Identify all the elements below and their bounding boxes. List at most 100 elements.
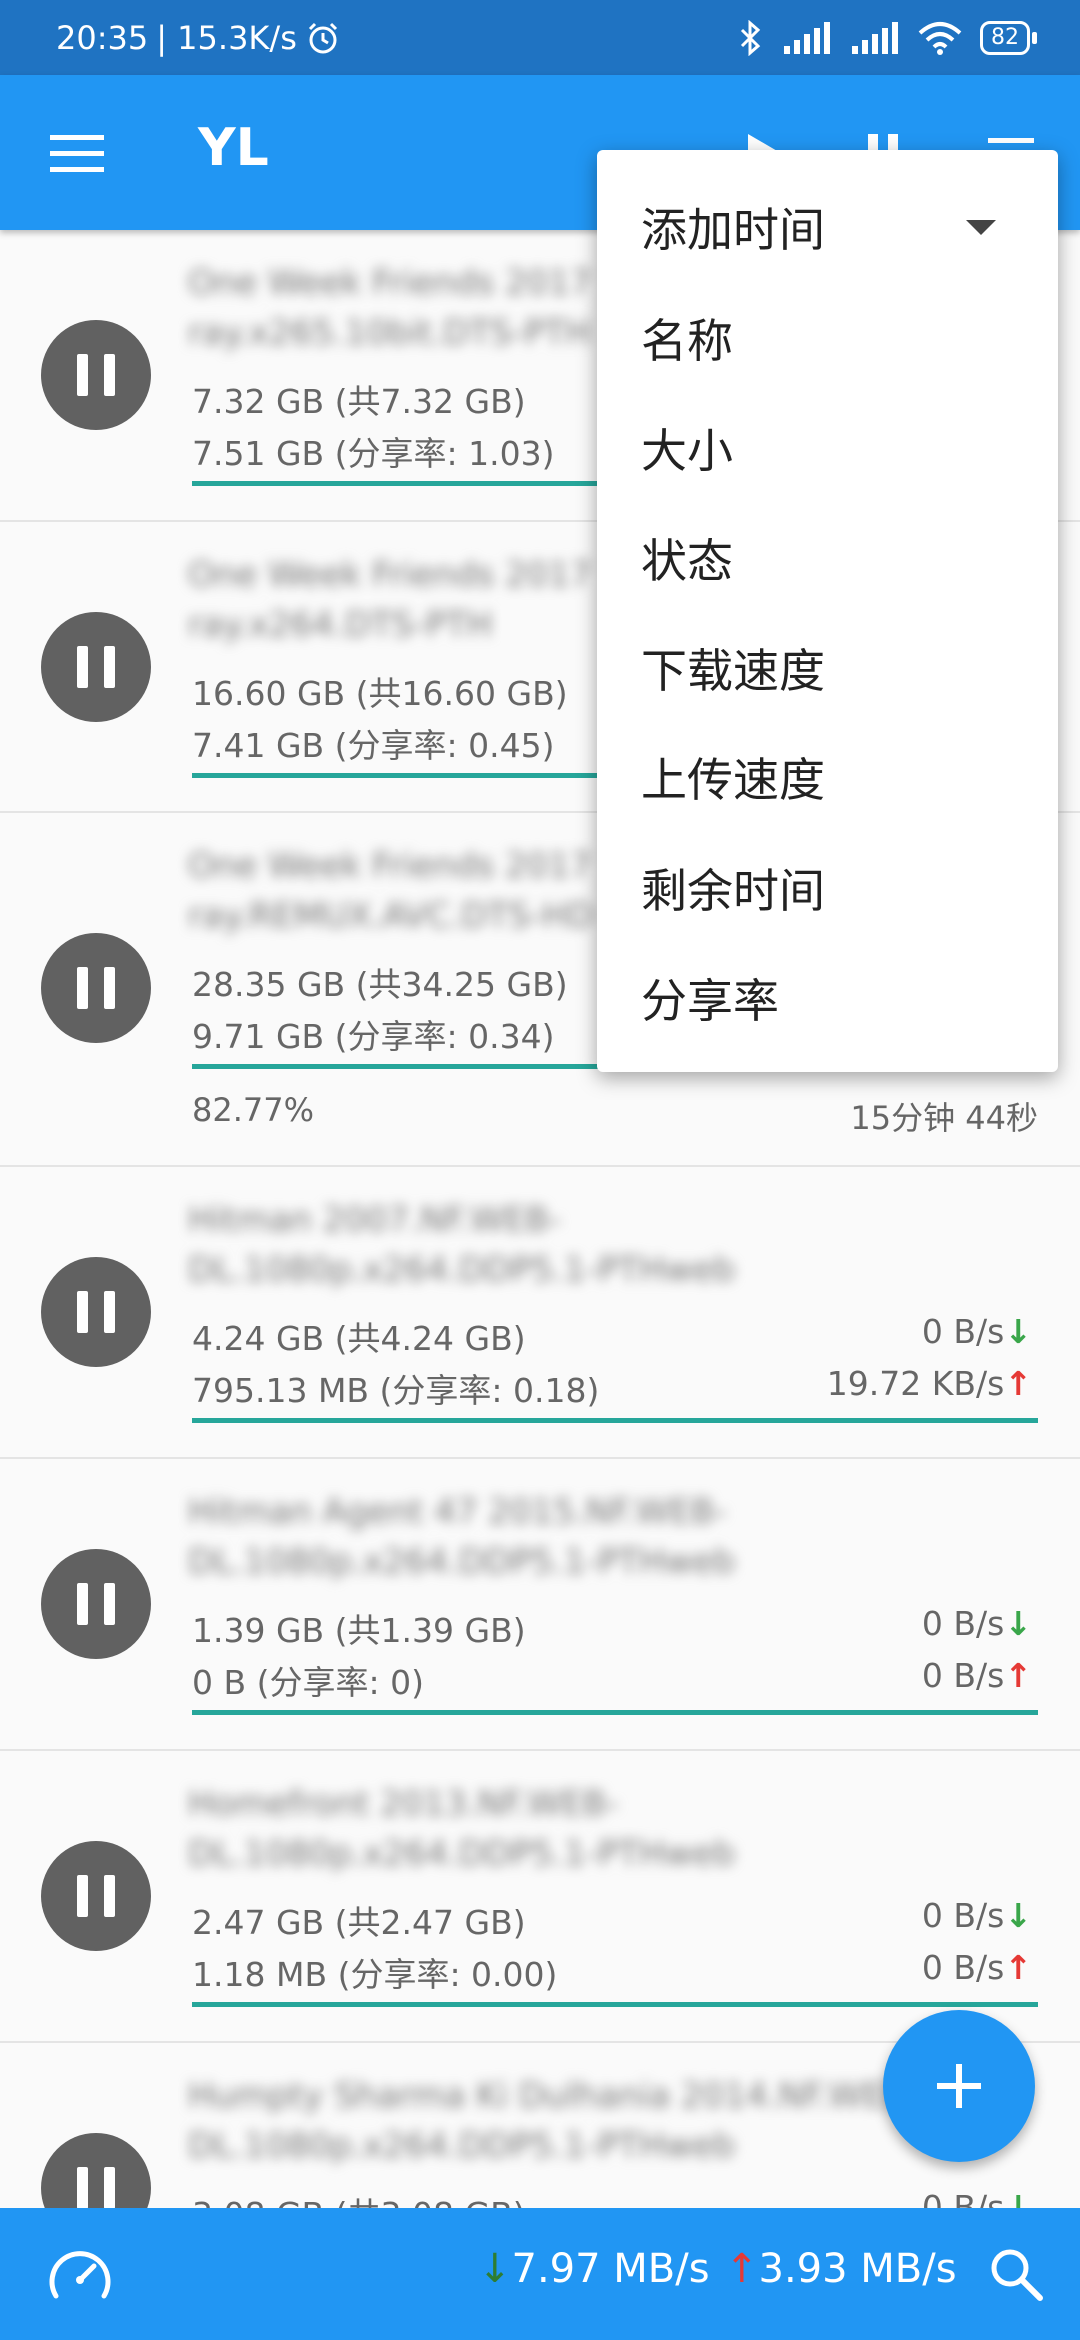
pause-icon-bar (104, 967, 115, 1009)
pause-icon-bar (104, 1875, 115, 1917)
torrent-size: 7.32 GB (共7.32 GB) (192, 382, 526, 421)
torrent-name-line2: DL.1080p.x264.DDP5.1-PTHweb (188, 2126, 736, 2166)
pause-icon (77, 1291, 88, 1333)
torrent-eta: 15分钟 44秒 (850, 1099, 1038, 1137)
torrent-size: 2.47 GB (共2.47 GB) (192, 1903, 526, 1942)
pause-icon (77, 1583, 88, 1625)
torrent-uploaded: 7.41 GB (分享率: 0.45) (192, 726, 555, 765)
wifi-icon (918, 21, 962, 55)
upload-arrow-icon: ↑ (1004, 1656, 1032, 1695)
total-download-value: 7.97 MB/s (511, 2246, 710, 2292)
sort-direction-icon[interactable] (966, 220, 996, 235)
torrent-size: 28.35 GB (共34.25 GB) (192, 965, 568, 1004)
torrent-name: One Week Friends 2017 ray.REMUX.AVC.DTS-… (188, 841, 594, 941)
progress-bar (192, 1710, 1038, 1715)
download-speed-value: 0 B/s (921, 1896, 1005, 1935)
torrent-uploaded: 7.51 GB (分享率: 1.03) (192, 434, 555, 473)
sort-option-upload-speed[interactable]: 上传速度 (641, 725, 825, 835)
torrent-name-line2: DL.1080p.x264.DDP5.1-PTHweb (188, 1250, 736, 1290)
status-time: 20:35 (56, 18, 149, 57)
pause-button[interactable] (41, 1257, 151, 1367)
sort-dropdown-menu: 添加时间 名称 大小 状态 下载速度 上传速度 剩余时间 分享率 (597, 150, 1058, 1072)
torrent-item[interactable]: Homefront 2013.NF.WEB- DL.1080p.x264.DDP… (0, 1751, 1080, 2043)
sort-option-ratio[interactable]: 分享率 (641, 946, 779, 1056)
upload-speed: 0 B/s↑ (922, 1656, 1032, 1695)
sort-option-status[interactable]: 状态 (641, 506, 733, 616)
torrent-name-line1: One Week Friends 2017 (188, 555, 592, 595)
torrent-name-line1: Homefront 2013.NF.WEB- (188, 1784, 619, 1824)
pause-icon-bar (104, 646, 115, 688)
status-right: 82 (738, 19, 1037, 56)
pause-icon (77, 1875, 88, 1917)
download-arrow-icon: ↓ (1004, 1896, 1032, 1935)
progress-bar (192, 2002, 1038, 2007)
torrent-name-line2: ray.REMUX.AVC.DTS-HD (188, 896, 594, 936)
torrent-name-line1: Humpty Sharma Ki Dulhania 2014.NF.WEB- (188, 2076, 920, 2116)
upload-arrow-icon: ↑ (1004, 1364, 1032, 1403)
upload-arrow-icon: ↑ (725, 2246, 759, 2292)
download-arrow-icon: ↓ (1004, 1312, 1032, 1351)
torrent-percent: 82.77% (192, 1091, 315, 1129)
progress-bar (192, 1418, 1038, 1423)
pause-button[interactable] (41, 320, 151, 430)
pause-button[interactable] (41, 933, 151, 1043)
torrent-uploaded: 9.71 GB (分享率: 0.34) (192, 1017, 555, 1056)
torrent-name: Hitman Agent 47 2015.NF.WEB- DL.1080p.x2… (188, 1487, 735, 1587)
download-speed-value: 0 B/s (921, 1312, 1005, 1351)
speedometer-icon[interactable] (48, 2246, 112, 2302)
sort-option-added-time[interactable]: 添加时间 (641, 175, 825, 285)
torrent-name-line1: Hitman Agent 47 2015.NF.WEB- (188, 1492, 727, 1532)
torrent-name: One Week Friends 2017 ray.x264.DTS-PTH (188, 550, 592, 650)
download-speed-value: 0 B/s (921, 1604, 1005, 1643)
total-download-speed: ↓7.97 MB/s (478, 2246, 710, 2292)
pause-icon (77, 354, 88, 396)
status-left: 20:35 | 15.3K/s (56, 19, 341, 57)
torrent-name: One Week Friends 2017 ray.x265.10bit.DTS… (188, 258, 592, 358)
torrent-size: 16.60 GB (共16.60 GB) (192, 674, 568, 713)
sort-option-name[interactable]: 名称 (641, 286, 733, 396)
search-icon[interactable] (988, 2246, 1044, 2302)
torrent-uploaded: 795.13 MB (分享率: 0.18) (192, 1371, 600, 1410)
pause-button[interactable] (41, 1841, 151, 1951)
torrent-name-line2: DL.1080p.x264.DDP5.1-PTHweb (188, 1542, 736, 1582)
torrent-size: 1.39 GB (共1.39 GB) (192, 1611, 526, 1650)
download-speed: 0 B/s↓ (922, 1604, 1032, 1643)
status-net-speed: | 15.3K/s (156, 18, 297, 57)
upload-speed-value: 0 B/s (921, 1948, 1005, 1987)
download-arrow-icon: ↓ (1004, 2188, 1032, 2208)
sort-option-eta[interactable]: 剩余时间 (641, 836, 825, 946)
torrent-item[interactable]: Hitman 2007.NF.WEB- DL.1080p.x264.DDP5.1… (0, 1167, 1080, 1459)
torrent-uploaded: 1.18 MB (分享率: 0.00) (192, 1955, 558, 1994)
pause-icon-bar (104, 354, 115, 396)
status-bar: 20:35 | 15.3K/s 82 (0, 0, 1080, 75)
pause-button[interactable] (41, 1549, 151, 1659)
upload-speed: 19.72 KB/s↑ (827, 1364, 1032, 1403)
hamburger-menu-icon[interactable] (50, 135, 104, 173)
download-arrow-icon: ↓ (1004, 1604, 1032, 1643)
signal-icon (784, 21, 830, 54)
torrent-name-line1: Hitman 2007.NF.WEB- (188, 1200, 562, 1240)
download-speed: 0 B/s↓ (922, 1312, 1032, 1351)
pause-icon-bar (104, 1583, 115, 1625)
torrent-name: Hitman 2007.NF.WEB- DL.1080p.x264.DDP5.1… (188, 1195, 735, 1295)
torrent-name-line2: ray.x264.DTS-PTH (188, 605, 493, 645)
upload-speed: 0 B/s↑ (922, 1948, 1032, 1987)
add-torrent-button[interactable] (883, 2010, 1035, 2162)
total-upload-speed: ↑3.93 MB/s (725, 2246, 957, 2292)
upload-arrow-icon: ↑ (1004, 1948, 1032, 1987)
torrent-name-line2: DL.1080p.x264.DDP5.1-PTHweb (188, 1834, 736, 1874)
download-speed: 0 B/s↓ (922, 2188, 1032, 2208)
pause-button[interactable] (41, 2133, 151, 2208)
pause-button[interactable] (41, 612, 151, 722)
sort-option-download-speed[interactable]: 下载速度 (641, 616, 825, 726)
total-upload-value: 3.93 MB/s (758, 2246, 957, 2292)
torrent-item[interactable]: Hitman Agent 47 2015.NF.WEB- DL.1080p.x2… (0, 1459, 1080, 1751)
sort-option-size[interactable]: 大小 (641, 396, 733, 506)
pause-icon-bar (104, 1291, 115, 1333)
download-arrow-icon: ↓ (478, 2246, 512, 2292)
download-speed-value: 0 B/s (921, 2188, 1005, 2208)
app-title: YL (198, 118, 269, 178)
torrent-name-line1: One Week Friends 2017 (188, 263, 592, 303)
pause-icon (77, 646, 88, 688)
torrent-name: Humpty Sharma Ki Dulhania 2014.NF.WEB- D… (188, 2071, 919, 2171)
